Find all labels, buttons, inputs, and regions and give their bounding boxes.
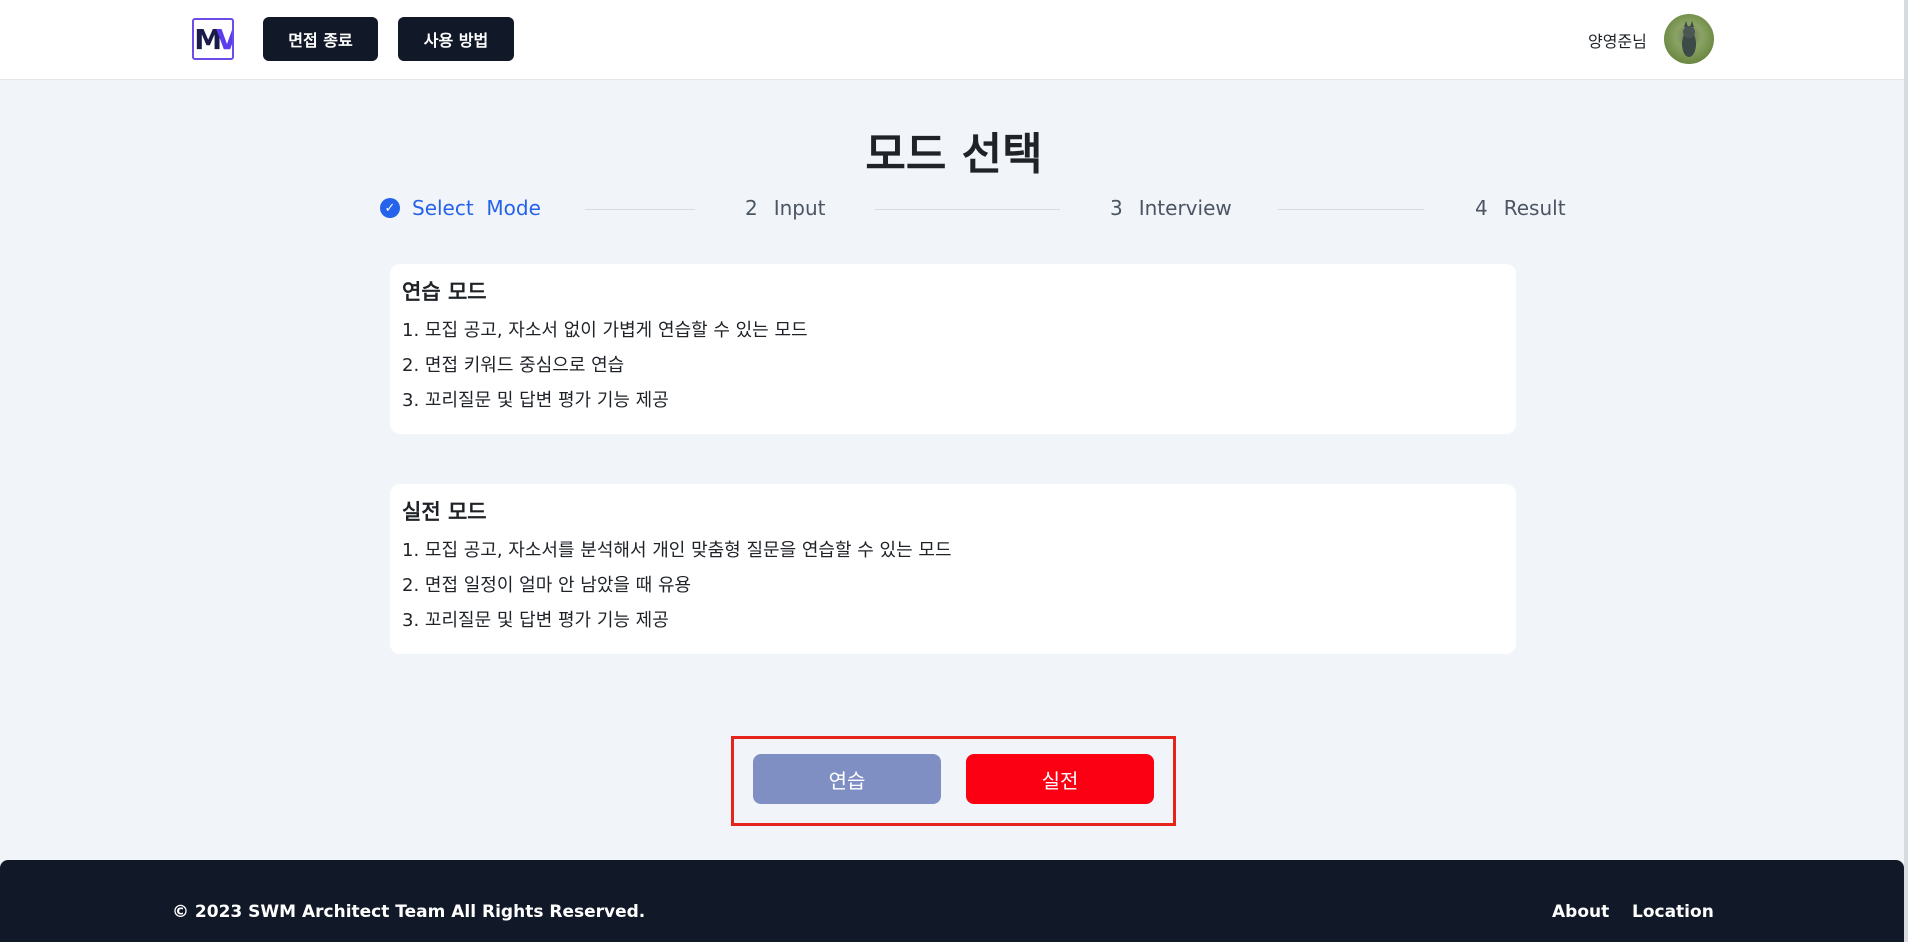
footer xyxy=(0,860,1904,942)
card-title: 연습 모드 xyxy=(402,280,487,304)
app-logo[interactable]: MV xyxy=(192,18,234,60)
logo-letter-v: V xyxy=(216,22,232,56)
step-input: 2 Input xyxy=(745,196,826,220)
step-result: 4 Result xyxy=(1475,196,1566,220)
list-item: 3. 꼬리질문 및 답변 평가 기능 제공 xyxy=(402,390,669,411)
step-number: 3 xyxy=(1110,196,1123,220)
step-number: 4 xyxy=(1475,196,1488,220)
step-label: Select Mode xyxy=(412,196,541,220)
page-title: 모드 선택 xyxy=(865,129,1043,180)
avatar-photo-icon xyxy=(1682,21,1696,57)
top-navbar: MV 면접 종료 사용 방법 양영준님 xyxy=(0,0,1908,80)
how-to-use-button[interactable]: 사용 방법 xyxy=(398,17,514,61)
step-label: Result xyxy=(1503,196,1566,220)
list-item: 1. 모집 공고, 자소서를 분석해서 개인 맞춤형 질문을 연습할 수 있는 … xyxy=(402,540,952,561)
step-select-mode: ✓ Select Mode xyxy=(380,196,541,220)
step-connector xyxy=(585,209,695,210)
avatar[interactable] xyxy=(1664,14,1714,64)
practice-mode-card: 연습 모드 1. 모집 공고, 자소서 없이 가볍게 연습할 수 있는 모드 2… xyxy=(390,264,1516,434)
logo-letter-m: M xyxy=(194,22,222,56)
user-name: 양영준님 xyxy=(1588,32,1647,51)
list-item: 2. 면접 일정이 얼마 안 남았을 때 유용 xyxy=(402,575,692,596)
list-item: 1. 모집 공고, 자소서 없이 가볍게 연습할 수 있는 모드 xyxy=(402,320,808,341)
card-title: 실전 모드 xyxy=(402,500,487,524)
practice-mode-button[interactable]: 연습 xyxy=(753,754,941,804)
step-interview: 3 Interview xyxy=(1110,196,1232,220)
footer-link-about[interactable]: About xyxy=(1552,902,1609,922)
list-item: 2. 면접 키워드 중심으로 연습 xyxy=(402,355,625,376)
list-item: 3. 꼬리질문 및 답변 평가 기능 제공 xyxy=(402,610,669,631)
step-connector xyxy=(875,209,1060,210)
end-interview-button[interactable]: 면접 종료 xyxy=(263,17,378,61)
real-mode-card: 실전 모드 1. 모집 공고, 자소서를 분석해서 개인 맞춤형 질문을 연습할… xyxy=(390,484,1516,654)
step-connector xyxy=(1278,209,1424,210)
step-number: 2 xyxy=(745,196,758,220)
footer-link-location[interactable]: Location xyxy=(1632,902,1714,922)
check-circle-icon: ✓ xyxy=(380,198,400,218)
step-label: Interview xyxy=(1138,196,1232,220)
real-mode-button[interactable]: 실전 xyxy=(966,754,1154,804)
step-label: Input xyxy=(773,196,826,220)
footer-copyright: © 2023 SWM Architect Team All Rights Res… xyxy=(172,902,646,922)
